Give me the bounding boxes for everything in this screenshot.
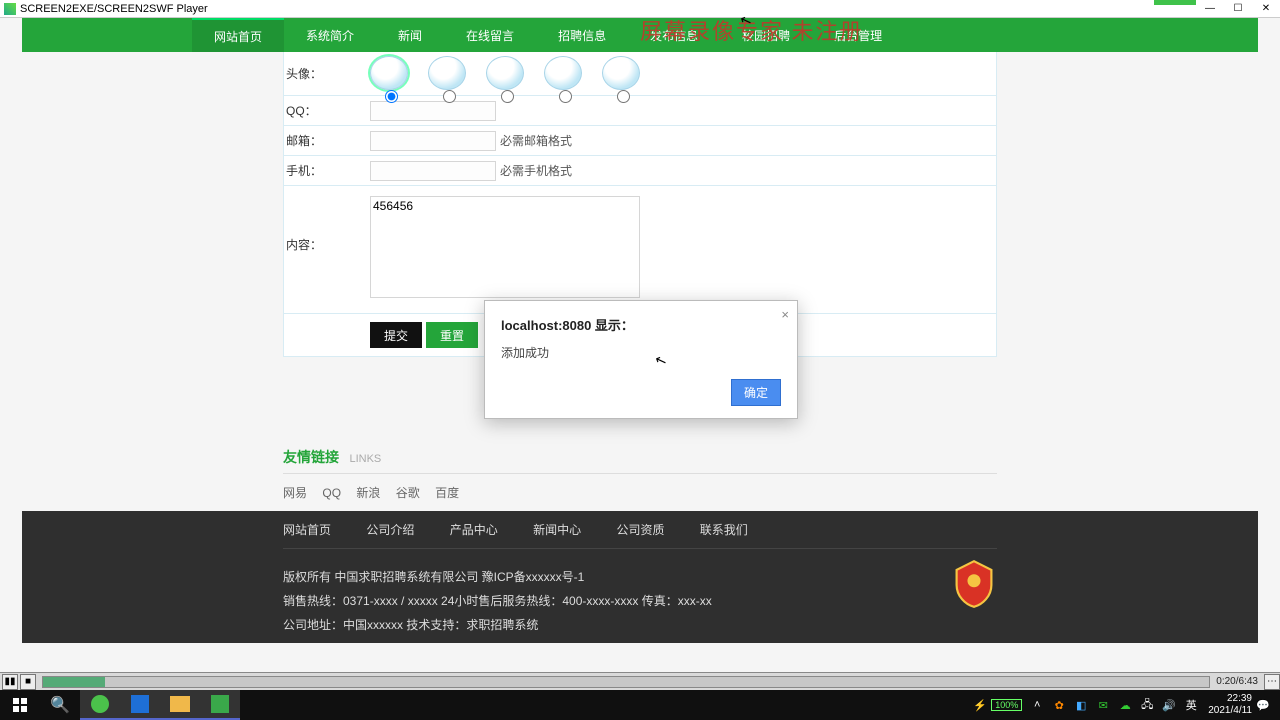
task-explorer[interactable] <box>160 690 200 720</box>
start-button[interactable] <box>0 690 40 720</box>
submit-button[interactable]: 提交 <box>370 322 422 348</box>
window-titlebar: SCREEN2EXE/SCREEN2SWF Player — ☐ ✕ <box>0 0 1280 18</box>
nav-home[interactable]: 网站首页 <box>192 18 284 52</box>
time-display: 0:20/6:43 <box>1216 676 1262 687</box>
avatar-option-1[interactable] <box>370 56 408 90</box>
network-icon[interactable]: 🖧 <box>1139 697 1155 713</box>
task-app2[interactable] <box>200 690 240 720</box>
notifications-icon[interactable]: 💬 <box>1255 697 1271 713</box>
hint-email: 必需邮箱格式 <box>500 132 572 149</box>
links-heading: 友情链接 <box>283 449 339 465</box>
main-nav: 网站首页 系统简介 新闻 在线留言 招聘信息 发布信息 校园招聘 后台管理 屏幕… <box>22 18 1258 52</box>
footer-nav-item[interactable]: 公司资质 <box>616 523 664 537</box>
ime-indicator[interactable]: 英 <box>1183 697 1199 713</box>
options-button[interactable]: ⋯ <box>1264 674 1280 690</box>
task-browser[interactable] <box>80 690 120 720</box>
footer-nav: 网站首页 公司介绍 产品中心 新闻中心 公司资质 联系我们 <box>283 511 997 549</box>
alert-title: localhost:8080 显示： <box>501 315 781 334</box>
input-qq[interactable] <box>370 101 496 121</box>
link-item[interactable]: 谷歌 <box>396 486 420 500</box>
copyright: 版权所有 中国求职招聘系统有限公司 豫ICP备xxxxxx号-1 <box>283 565 997 589</box>
tray-icon[interactable]: ☁ <box>1117 697 1133 713</box>
link-item[interactable]: 新浪 <box>356 486 380 500</box>
alert-message: 添加成功 <box>501 344 781 361</box>
input-email[interactable] <box>370 131 496 151</box>
label-avatar: 头像： <box>284 65 370 82</box>
app-icon <box>4 3 16 15</box>
js-alert-dialog: × localhost:8080 显示： 添加成功 确定 <box>484 300 798 419</box>
taskbar: 🔍 ⚡ 100% ˄ ✿ ◧ ✉ ☁ 🖧 🔊 英 22:39 2021/4/11… <box>0 690 1280 720</box>
footer-nav-item[interactable]: 新闻中心 <box>533 523 581 537</box>
nav-news[interactable]: 新闻 <box>376 18 444 52</box>
row-content: 内容： 456456 <box>284 186 996 314</box>
nav-admin[interactable]: 后台管理 <box>812 18 904 52</box>
minimize-button[interactable]: — <box>1196 1 1224 17</box>
footer-nav-item[interactable]: 联系我们 <box>700 523 748 537</box>
nav-jobs[interactable]: 招聘信息 <box>536 18 628 52</box>
alert-ok-button[interactable]: 确定 <box>731 379 781 406</box>
nav-publish[interactable]: 发布信息 <box>628 18 720 52</box>
nav-guestbook[interactable]: 在线留言 <box>444 18 536 52</box>
footer: 网站首页 公司介绍 产品中心 新闻中心 公司资质 联系我们 版权所有 中国求职招… <box>22 511 1258 643</box>
close-button[interactable]: ✕ <box>1252 1 1280 17</box>
input-content[interactable]: 456456 <box>370 196 640 298</box>
pause-button[interactable]: ▮▮ <box>2 674 18 690</box>
battery-indicator[interactable]: 100% <box>991 699 1022 711</box>
charging-icon[interactable]: ⚡ <box>972 697 988 713</box>
tray-icon[interactable]: ◧ <box>1073 697 1089 713</box>
clock[interactable]: 22:39 2021/4/11 <box>1208 693 1252 717</box>
seek-bar[interactable] <box>42 676 1210 688</box>
player-controls: ▮▮ ■ 0:20/6:43 ⋯ <box>0 672 1280 690</box>
avatar-option-3[interactable] <box>486 56 524 90</box>
row-phone: 手机： 必需手机格式 <box>284 156 996 186</box>
window-title: SCREEN2EXE/SCREEN2SWF Player <box>20 3 208 15</box>
stop-button[interactable]: ■ <box>20 674 36 690</box>
avatar-option-4[interactable] <box>544 56 582 90</box>
link-item[interactable]: QQ <box>322 486 341 500</box>
hint-phone: 必需手机格式 <box>500 162 572 179</box>
footer-nav-item[interactable]: 网站首页 <box>283 523 331 537</box>
decor-green <box>1154 0 1196 5</box>
reset-button[interactable]: 重置 <box>426 322 478 348</box>
police-badge-icon <box>951 559 997 609</box>
tray-icon[interactable]: ✿ <box>1051 697 1067 713</box>
avatar-option-5[interactable] <box>602 56 640 90</box>
label-content: 内容： <box>284 192 370 253</box>
avatar-option-2[interactable] <box>428 56 466 90</box>
link-item[interactable]: 网易 <box>283 486 307 500</box>
label-email: 邮箱： <box>284 132 370 149</box>
friend-links: 友情链接 LINKS 网易 QQ 新浪 谷歌 百度 <box>283 447 997 511</box>
input-phone[interactable] <box>370 161 496 181</box>
maximize-button[interactable]: ☐ <box>1224 1 1252 17</box>
system-tray: ⚡ 100% ˄ ✿ ◧ ✉ ☁ 🖧 🔊 英 22:39 2021/4/11 💬 <box>969 690 1280 720</box>
link-item[interactable]: 百度 <box>435 486 459 500</box>
label-qq: QQ： <box>284 102 370 119</box>
footer-nav-item[interactable]: 产品中心 <box>450 523 498 537</box>
label-phone: 手机： <box>284 162 370 179</box>
volume-icon[interactable]: 🔊 <box>1161 697 1177 713</box>
hotline: 销售热线：0371-xxxx / xxxxx 24小时售后服务热线：400-xx… <box>283 589 997 613</box>
chevron-up-icon[interactable]: ˄ <box>1029 697 1045 713</box>
links-heading-en: LINKS <box>349 453 381 465</box>
task-app1[interactable] <box>120 690 160 720</box>
nav-campus[interactable]: 校园招聘 <box>720 18 812 52</box>
row-avatar: 头像： <box>284 52 996 96</box>
address: 公司地址：中国xxxxxx 技术支持：求职招聘系统 <box>283 613 997 637</box>
links-list: 网易 QQ 新浪 谷歌 百度 <box>283 474 997 511</box>
row-email: 邮箱： 必需邮箱格式 <box>284 126 996 156</box>
alert-close-button[interactable]: × <box>781 307 789 322</box>
nav-about[interactable]: 系统简介 <box>284 18 376 52</box>
footer-nav-item[interactable]: 公司介绍 <box>366 523 414 537</box>
search-button[interactable]: 🔍 <box>40 690 80 720</box>
tray-icon[interactable]: ✉ <box>1095 697 1111 713</box>
